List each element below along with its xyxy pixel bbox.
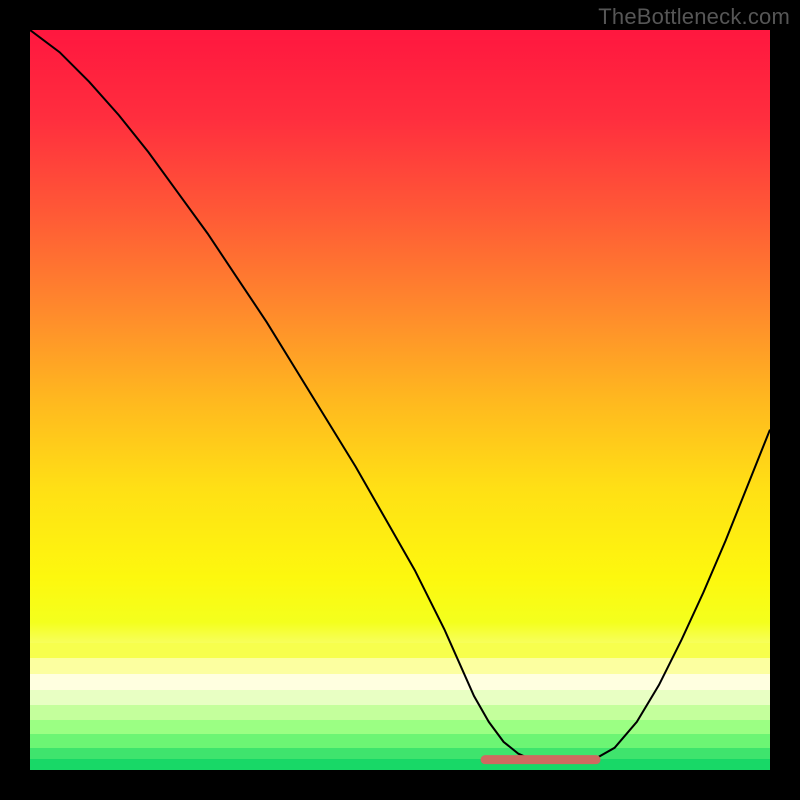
curve-layer — [30, 30, 770, 770]
chart-frame: TheBottleneck.com — [0, 0, 800, 800]
bottleneck-curve — [30, 30, 770, 763]
watermark-text: TheBottleneck.com — [598, 4, 790, 30]
plot-area — [30, 30, 770, 770]
